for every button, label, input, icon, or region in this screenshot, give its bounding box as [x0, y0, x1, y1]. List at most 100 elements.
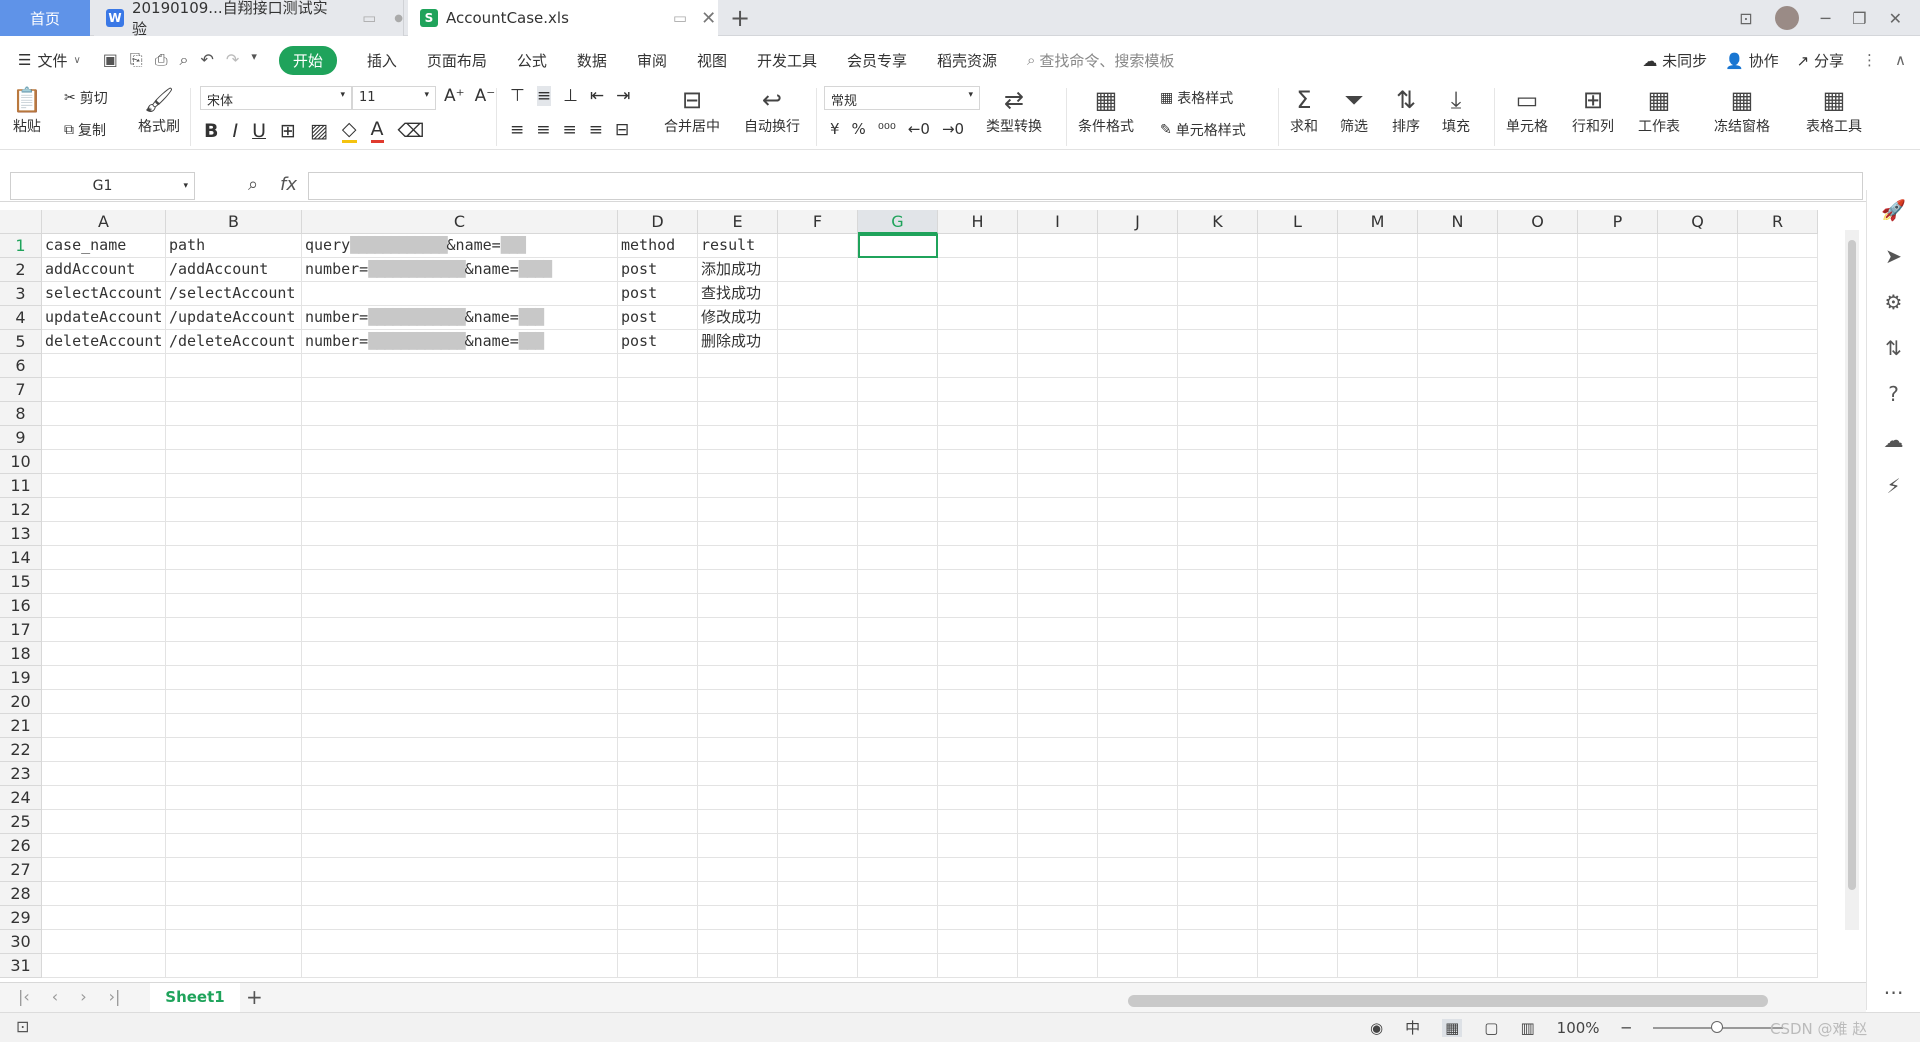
cell-N10[interactable] — [1418, 450, 1498, 474]
cell-Q19[interactable] — [1658, 666, 1738, 690]
cell-P7[interactable] — [1578, 378, 1658, 402]
cell-E11[interactable] — [698, 474, 778, 498]
cell-A29[interactable] — [42, 906, 166, 930]
cell-E6[interactable] — [698, 354, 778, 378]
column-header-O[interactable]: O — [1498, 210, 1578, 234]
cell-I14[interactable] — [1018, 546, 1098, 570]
cell-E1[interactable]: result — [698, 234, 778, 258]
cell-B1[interactable]: path — [166, 234, 302, 258]
cell-M21[interactable] — [1338, 714, 1418, 738]
cell-L31[interactable] — [1258, 954, 1338, 978]
cell-E4[interactable]: 修改成功 — [698, 306, 778, 330]
cell-L27[interactable] — [1258, 858, 1338, 882]
cell-F17[interactable] — [778, 618, 858, 642]
cell-D4[interactable]: post — [618, 306, 698, 330]
cell-E16[interactable] — [698, 594, 778, 618]
cell-I9[interactable] — [1018, 426, 1098, 450]
redo-icon[interactable]: ↷ — [226, 50, 239, 70]
cell-F29[interactable] — [778, 906, 858, 930]
cell-P9[interactable] — [1578, 426, 1658, 450]
cell-R23[interactable] — [1738, 762, 1818, 786]
cell-D12[interactable] — [618, 498, 698, 522]
cell-F3[interactable] — [778, 282, 858, 306]
menu-item-insert[interactable]: 插入 — [367, 50, 397, 71]
conditional-format-button[interactable]: ▦ 条件格式 — [1078, 86, 1134, 136]
cell-D7[interactable] — [618, 378, 698, 402]
cell-Q24[interactable] — [1658, 786, 1738, 810]
paste-button[interactable]: 📋 粘贴 — [12, 86, 42, 136]
cell-P25[interactable] — [1578, 810, 1658, 834]
cell-B4[interactable]: /updateAccount — [166, 306, 302, 330]
row-col-button[interactable]: ⊞ 行和列 — [1572, 86, 1614, 136]
avatar[interactable] — [1774, 6, 1799, 30]
cell-R19[interactable] — [1738, 666, 1818, 690]
worksheet-button[interactable]: ▦ 工作表 — [1638, 86, 1680, 136]
cell-G24[interactable] — [858, 786, 938, 810]
cell-D28[interactable] — [618, 882, 698, 906]
cell-R5[interactable] — [1738, 330, 1818, 354]
backup-icon[interactable]: ☁ — [1884, 428, 1904, 452]
cell-L28[interactable] — [1258, 882, 1338, 906]
cell-B13[interactable] — [166, 522, 302, 546]
cell-A31[interactable] — [42, 954, 166, 978]
cell-N31[interactable] — [1418, 954, 1498, 978]
menu-item-developer[interactable]: 开发工具 — [757, 50, 817, 71]
cell-O22[interactable] — [1498, 738, 1578, 762]
distributed-icon[interactable]: ⊟ — [615, 120, 629, 140]
cell-C16[interactable] — [302, 594, 618, 618]
column-header-A[interactable]: A — [42, 210, 166, 234]
cell-G23[interactable] — [858, 762, 938, 786]
cell-K22[interactable] — [1178, 738, 1258, 762]
cell-F20[interactable] — [778, 690, 858, 714]
page-layout-view-icon[interactable]: ▢ — [1484, 1019, 1498, 1037]
cell-R24[interactable] — [1738, 786, 1818, 810]
cell-A24[interactable] — [42, 786, 166, 810]
cell-C15[interactable] — [302, 570, 618, 594]
cell-G17[interactable] — [858, 618, 938, 642]
cell-C26[interactable] — [302, 834, 618, 858]
cell-H4[interactable] — [938, 306, 1018, 330]
cell-B21[interactable] — [166, 714, 302, 738]
cell-Q28[interactable] — [1658, 882, 1738, 906]
bold-icon[interactable]: B — [204, 120, 218, 142]
cell-M17[interactable] — [1338, 618, 1418, 642]
cell-E18[interactable] — [698, 642, 778, 666]
cell-J13[interactable] — [1098, 522, 1178, 546]
cell-H17[interactable] — [938, 618, 1018, 642]
cell-F7[interactable] — [778, 378, 858, 402]
cell-style-button[interactable]: ✎ 单元格样式 — [1160, 120, 1246, 140]
cell-F9[interactable] — [778, 426, 858, 450]
cell-K14[interactable] — [1178, 546, 1258, 570]
cell-J8[interactable] — [1098, 402, 1178, 426]
cell-J1[interactable] — [1098, 234, 1178, 258]
cell-Q31[interactable] — [1658, 954, 1738, 978]
cell-K9[interactable] — [1178, 426, 1258, 450]
cell-G12[interactable] — [858, 498, 938, 522]
cell-E14[interactable] — [698, 546, 778, 570]
cell-D25[interactable] — [618, 810, 698, 834]
cell-C21[interactable] — [302, 714, 618, 738]
cell-C20[interactable] — [302, 690, 618, 714]
row-header-10[interactable]: 10 — [0, 450, 42, 474]
cell-H9[interactable] — [938, 426, 1018, 450]
cell-O25[interactable] — [1498, 810, 1578, 834]
table-style-button[interactable]: ▦ 表格样式 — [1160, 88, 1233, 108]
tab-spreadsheet[interactable]: S AccountCase.xls ▭ ✕ — [408, 0, 718, 36]
cell-A26[interactable] — [42, 834, 166, 858]
sheet-tab-sheet1[interactable]: Sheet1 — [150, 983, 240, 1012]
row-header-4[interactable]: 4 — [0, 306, 42, 330]
cell-N3[interactable] — [1418, 282, 1498, 306]
cell-R13[interactable] — [1738, 522, 1818, 546]
cell-I18[interactable] — [1018, 642, 1098, 666]
cell-H28[interactable] — [938, 882, 1018, 906]
cell-P4[interactable] — [1578, 306, 1658, 330]
indent-decrease-icon[interactable]: ⇤ — [590, 86, 604, 106]
name-box[interactable]: G1 ▾ — [10, 172, 195, 200]
cell-Q22[interactable] — [1658, 738, 1738, 762]
cell-H18[interactable] — [938, 642, 1018, 666]
cell-K21[interactable] — [1178, 714, 1258, 738]
cell-K19[interactable] — [1178, 666, 1258, 690]
row-header-2[interactable]: 2 — [0, 258, 42, 282]
cell-N5[interactable] — [1418, 330, 1498, 354]
percent-icon[interactable]: % — [852, 120, 866, 138]
